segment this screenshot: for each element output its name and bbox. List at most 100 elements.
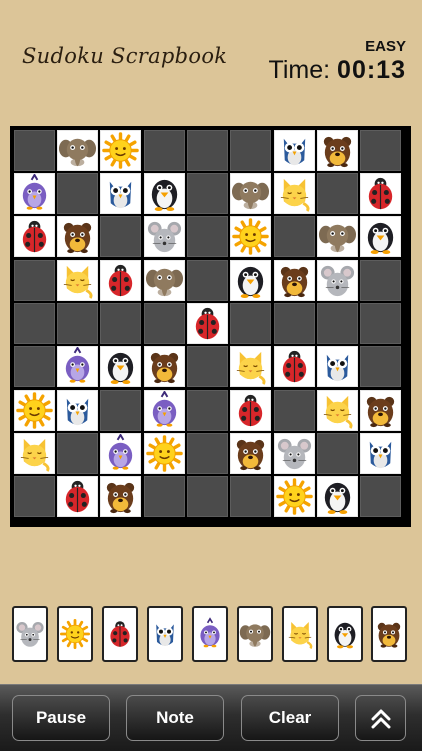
- board-cell-bear[interactable]: [144, 346, 185, 387]
- board-cell-empty[interactable]: [360, 303, 401, 344]
- board-cell-empty[interactable]: [187, 346, 228, 387]
- board-cell-empty[interactable]: [360, 346, 401, 387]
- tray-piece-sun[interactable]: [57, 606, 93, 662]
- board-cell-elephant[interactable]: [144, 260, 185, 301]
- board-cell-sun[interactable]: [14, 390, 55, 431]
- board-cell-bear[interactable]: [57, 216, 98, 257]
- board-cell-empty[interactable]: [57, 303, 98, 344]
- bear-icon: [236, 439, 265, 471]
- board-cell-ladybug[interactable]: [187, 303, 228, 344]
- board-cell-ladybug[interactable]: [230, 390, 271, 431]
- board-cell-mouse[interactable]: [317, 260, 358, 301]
- board-cell-bear[interactable]: [230, 433, 271, 474]
- board-cell-mouse[interactable]: [144, 216, 185, 257]
- board-cell-penguin[interactable]: [360, 216, 401, 257]
- board-cell-empty[interactable]: [14, 346, 55, 387]
- clear-button[interactable]: Clear: [241, 695, 339, 741]
- board-cell-cat[interactable]: [57, 260, 98, 301]
- board-cell-empty[interactable]: [187, 260, 228, 301]
- board-cell-sun[interactable]: [274, 476, 315, 517]
- board-cell-owl[interactable]: [317, 346, 358, 387]
- board-cell-sun[interactable]: [100, 130, 141, 171]
- board-cell-cat[interactable]: [274, 173, 315, 214]
- board-cell-bird[interactable]: [144, 390, 185, 431]
- board-cell-ladybug[interactable]: [100, 260, 141, 301]
- board-cell-ladybug[interactable]: [57, 476, 98, 517]
- difficulty-label: EASY: [365, 38, 406, 55]
- board-cell-owl[interactable]: [57, 390, 98, 431]
- board-cell-empty[interactable]: [360, 476, 401, 517]
- board-cell-empty[interactable]: [360, 260, 401, 301]
- tray-piece-cat[interactable]: [282, 606, 318, 662]
- board-cell-empty[interactable]: [317, 173, 358, 214]
- board-cell-bird[interactable]: [14, 173, 55, 214]
- board-cell-penguin[interactable]: [230, 260, 271, 301]
- board-cell-empty[interactable]: [187, 390, 228, 431]
- board-cell-empty[interactable]: [187, 433, 228, 474]
- board-cell-sun[interactable]: [230, 216, 271, 257]
- pause-button[interactable]: Pause: [12, 695, 110, 741]
- board-cell-owl[interactable]: [360, 433, 401, 474]
- board-cell-empty[interactable]: [230, 303, 271, 344]
- board-cell-cat[interactable]: [14, 433, 55, 474]
- board-cell-empty[interactable]: [230, 130, 271, 171]
- board-cell-empty[interactable]: [144, 130, 185, 171]
- owl-icon: [326, 354, 349, 382]
- note-button[interactable]: Note: [126, 695, 224, 741]
- tray-piece-elephant[interactable]: [237, 606, 273, 662]
- app-title: Sudoku Scrapbook: [22, 44, 228, 68]
- board-cell-penguin[interactable]: [100, 346, 141, 387]
- board-cell-owl[interactable]: [100, 173, 141, 214]
- collapse-button[interactable]: [355, 695, 406, 741]
- board-cell-bear[interactable]: [100, 476, 141, 517]
- board-cell-penguin[interactable]: [317, 476, 358, 517]
- board-cell-bird[interactable]: [57, 346, 98, 387]
- tray-piece-ladybug[interactable]: [102, 606, 138, 662]
- ladybug-icon: [22, 220, 47, 253]
- board-cell-empty[interactable]: [144, 476, 185, 517]
- board-cell-empty[interactable]: [57, 433, 98, 474]
- board-cell-empty[interactable]: [187, 130, 228, 171]
- board-cell-cat[interactable]: [317, 390, 358, 431]
- board-cell-ladybug[interactable]: [360, 173, 401, 214]
- board-cell-empty[interactable]: [360, 130, 401, 171]
- board-cell-empty[interactable]: [274, 303, 315, 344]
- board-cell-empty[interactable]: [317, 433, 358, 474]
- tray-piece-penguin[interactable]: [327, 606, 363, 662]
- board-cell-empty[interactable]: [274, 390, 315, 431]
- board-cell-bear[interactable]: [317, 130, 358, 171]
- board-cell-ladybug[interactable]: [14, 216, 55, 257]
- board-cell-empty[interactable]: [14, 260, 55, 301]
- board-cell-empty[interactable]: [14, 303, 55, 344]
- board-cell-elephant[interactable]: [317, 216, 358, 257]
- tray-piece-owl[interactable]: [147, 606, 183, 662]
- board-cell-empty[interactable]: [57, 173, 98, 214]
- board-cell-empty[interactable]: [317, 303, 358, 344]
- board-cell-empty[interactable]: [100, 216, 141, 257]
- board-cell-empty[interactable]: [274, 216, 315, 257]
- board-cell-elephant[interactable]: [57, 130, 98, 171]
- board-cell-penguin[interactable]: [144, 173, 185, 214]
- board-cell-bear[interactable]: [274, 260, 315, 301]
- board-cell-mouse[interactable]: [274, 433, 315, 474]
- board-cell-empty[interactable]: [187, 216, 228, 257]
- elephant-icon: [58, 138, 97, 167]
- board-cell-ladybug[interactable]: [274, 346, 315, 387]
- tray-piece-bird[interactable]: [192, 606, 228, 662]
- board-cell-owl[interactable]: [274, 130, 315, 171]
- board-cell-empty[interactable]: [230, 476, 271, 517]
- tray-piece-bear[interactable]: [371, 606, 407, 662]
- board-cell-bear[interactable]: [360, 390, 401, 431]
- board-cell-empty[interactable]: [14, 130, 55, 171]
- board-cell-empty[interactable]: [187, 173, 228, 214]
- board-cell-sun[interactable]: [144, 433, 185, 474]
- board-cell-empty[interactable]: [100, 390, 141, 431]
- board-cell-empty[interactable]: [100, 303, 141, 344]
- board-cell-cat[interactable]: [230, 346, 271, 387]
- board-cell-empty[interactable]: [187, 476, 228, 517]
- board-cell-elephant[interactable]: [230, 173, 271, 214]
- board-cell-empty[interactable]: [14, 476, 55, 517]
- board-cell-bird[interactable]: [100, 433, 141, 474]
- board-cell-empty[interactable]: [144, 303, 185, 344]
- tray-piece-mouse[interactable]: [12, 606, 48, 662]
